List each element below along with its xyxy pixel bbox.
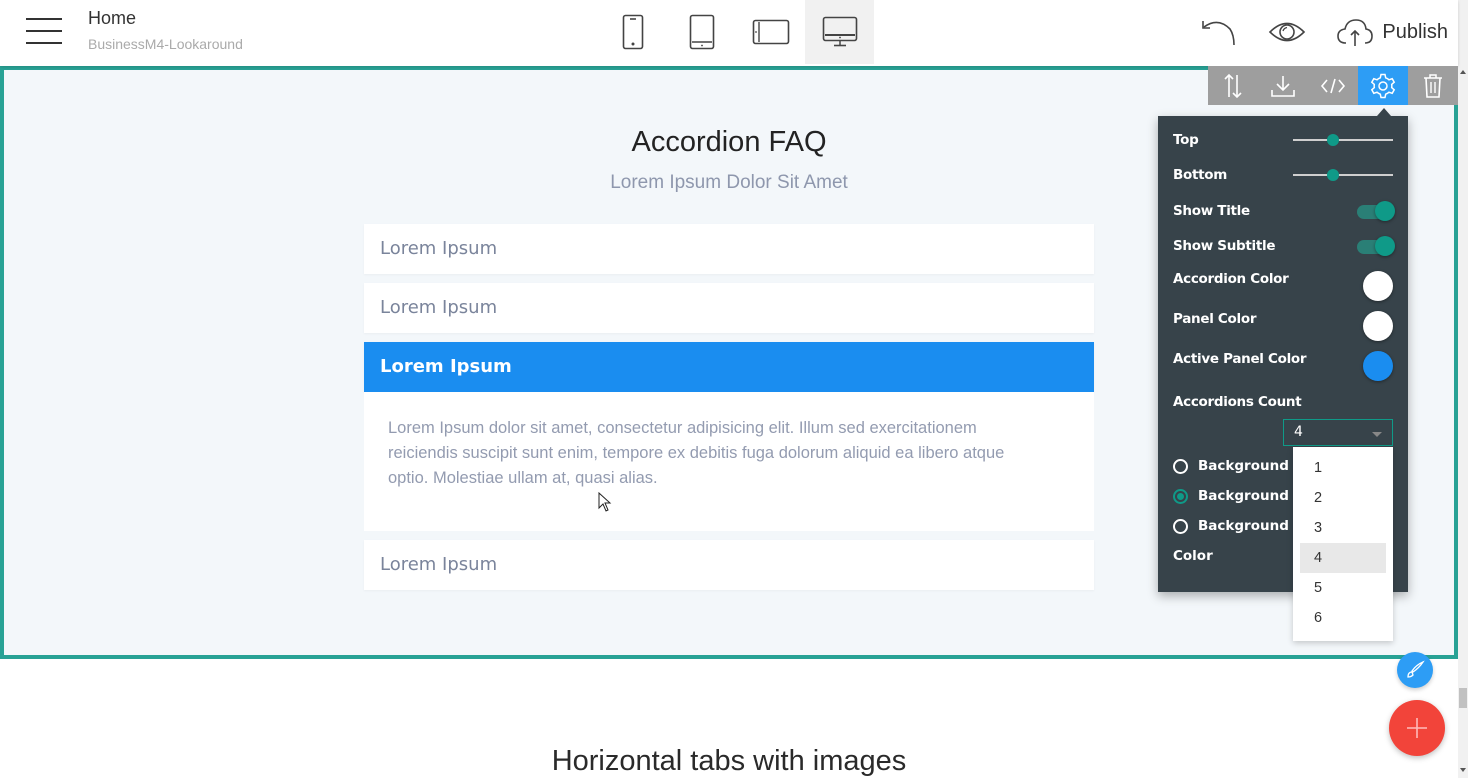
panel-color-swatch[interactable]	[1363, 311, 1393, 341]
radio-label: Background Image	[1198, 458, 1293, 474]
device-tablet-button[interactable]	[667, 0, 736, 64]
select-value: 4	[1294, 424, 1303, 440]
accordion-color-swatch[interactable]	[1363, 271, 1393, 301]
code-icon	[1320, 78, 1346, 93]
scroll-up-arrow[interactable]	[1460, 70, 1466, 74]
device-desktop-button[interactable]	[805, 0, 874, 64]
style-button[interactable]	[1397, 652, 1433, 688]
accordion-item: Lorem Ipsum	[364, 283, 1094, 333]
setting-top: Top	[1173, 132, 1393, 148]
panel-color-label: Panel Color	[1173, 311, 1257, 327]
dropdown-option[interactable]: 1	[1300, 453, 1386, 483]
background-color-option[interactable]: Background Color	[1173, 488, 1293, 504]
mouse-cursor-icon	[598, 492, 612, 512]
settings-block-button[interactable]	[1358, 66, 1408, 105]
accordions-count-label: Accordions Count	[1173, 394, 1302, 410]
show-subtitle-toggle[interactable]	[1357, 235, 1395, 257]
background-image-option[interactable]: Background Image	[1173, 458, 1293, 474]
move-icon	[1224, 73, 1242, 98]
page-title: Home	[88, 8, 137, 28]
background-video-option[interactable]: Background Video	[1173, 518, 1293, 534]
device-switcher	[598, 0, 874, 64]
show-subtitle-label: Show Subtitle	[1173, 238, 1276, 254]
trash-icon	[1424, 73, 1442, 98]
accordion-header[interactable]: Lorem Ipsum	[364, 540, 1094, 590]
active-panel-color-swatch[interactable]	[1363, 351, 1393, 381]
page-scrollbar[interactable]	[1458, 0, 1468, 778]
radio-icon[interactable]	[1173, 458, 1188, 474]
tablet-landscape-icon	[752, 19, 789, 45]
color-setting: Color	[1173, 548, 1293, 564]
active-panel-color-label: Active Panel Color	[1173, 351, 1307, 367]
move-block-button[interactable]	[1208, 66, 1258, 105]
accordion-header[interactable]: Lorem Ipsum	[364, 342, 1094, 392]
radio-icon[interactable]	[1173, 518, 1188, 534]
setting-accordions-count: Accordions Count	[1173, 394, 1393, 410]
accordions-count-select[interactable]: 4	[1283, 419, 1393, 446]
accordion-item-active: Lorem Ipsum Lorem Ipsum dolor sit amet, …	[364, 342, 1094, 531]
scrollbar-thumb[interactable]	[1459, 688, 1467, 708]
plus-icon	[1407, 718, 1427, 738]
accordion-header[interactable]: Lorem Ipsum	[364, 283, 1094, 333]
project-name: BusinessM4-Lookaround	[88, 36, 243, 52]
top-slider[interactable]	[1293, 133, 1393, 147]
top-label: Top	[1173, 132, 1199, 148]
radio-label: Background Video	[1198, 518, 1293, 534]
block-toolbar	[1208, 66, 1458, 105]
setting-show-subtitle: Show Subtitle	[1173, 235, 1395, 257]
setting-panel-color: Panel Color	[1173, 311, 1393, 341]
cloud-upload-icon	[1337, 19, 1374, 46]
top-bar: Home BusinessM4-Lookaround Publish	[0, 0, 1458, 66]
radio-label: Background Color	[1198, 488, 1293, 504]
code-block-button[interactable]	[1308, 66, 1358, 105]
eye-icon	[1269, 22, 1306, 42]
accordion-panel-body[interactable]: Lorem Ipsum dolor sit amet, consectetur …	[364, 392, 1094, 531]
color-label: Color	[1173, 548, 1213, 564]
bottom-label: Bottom	[1173, 167, 1228, 183]
undo-button[interactable]	[1198, 17, 1238, 47]
menu-icon[interactable]	[26, 18, 62, 44]
publish-label: Publish	[1382, 20, 1448, 43]
dropdown-option[interactable]: 3	[1300, 513, 1386, 543]
dropdown-option-selected[interactable]: 4	[1300, 543, 1386, 573]
gear-icon	[1370, 73, 1396, 98]
desktop-icon	[822, 16, 857, 47]
setting-bottom: Bottom	[1173, 167, 1393, 183]
undo-icon	[1202, 21, 1236, 46]
device-phone-button[interactable]	[598, 0, 667, 64]
preview-button[interactable]	[1268, 19, 1306, 45]
panel-pointer	[1377, 108, 1391, 116]
slider-thumb[interactable]	[1327, 134, 1339, 146]
setting-active-panel-color: Active Panel Color	[1173, 351, 1393, 381]
brush-icon	[1407, 660, 1425, 678]
publish-button[interactable]: Publish	[1336, 17, 1448, 47]
add-block-button[interactable]	[1389, 700, 1445, 756]
accordion-item: Lorem Ipsum	[364, 224, 1094, 274]
show-title-label: Show Title	[1173, 203, 1250, 219]
setting-show-title: Show Title	[1173, 200, 1395, 222]
download-block-button[interactable]	[1258, 66, 1308, 105]
dropdown-option[interactable]: 6	[1300, 603, 1386, 633]
accordion-item: Lorem Ipsum	[364, 540, 1094, 590]
tablet-icon	[689, 14, 714, 50]
download-icon	[1271, 75, 1295, 97]
slider-thumb[interactable]	[1327, 169, 1339, 181]
device-tablet-landscape-button[interactable]	[736, 0, 805, 64]
phone-icon	[622, 14, 643, 50]
dropdown-option[interactable]: 5	[1300, 573, 1386, 603]
accordions-count-dropdown: 1 2 3 4 5 6	[1293, 447, 1393, 641]
show-title-toggle[interactable]	[1357, 200, 1395, 222]
bottom-slider[interactable]	[1293, 168, 1393, 182]
scroll-down-arrow[interactable]	[1460, 768, 1466, 772]
lower-section-title: Horizontal tabs with images	[551, 745, 907, 777]
radio-checked-icon[interactable]	[1173, 488, 1188, 504]
accordion-header[interactable]: Lorem Ipsum	[364, 224, 1094, 274]
chevron-down-icon	[1372, 432, 1382, 437]
accordion-color-label: Accordion Color	[1173, 271, 1289, 287]
header-actions: Publish	[1198, 0, 1448, 64]
dropdown-option[interactable]: 2	[1300, 483, 1386, 513]
delete-block-button[interactable]	[1408, 66, 1458, 105]
setting-accordion-color: Accordion Color	[1173, 271, 1393, 301]
